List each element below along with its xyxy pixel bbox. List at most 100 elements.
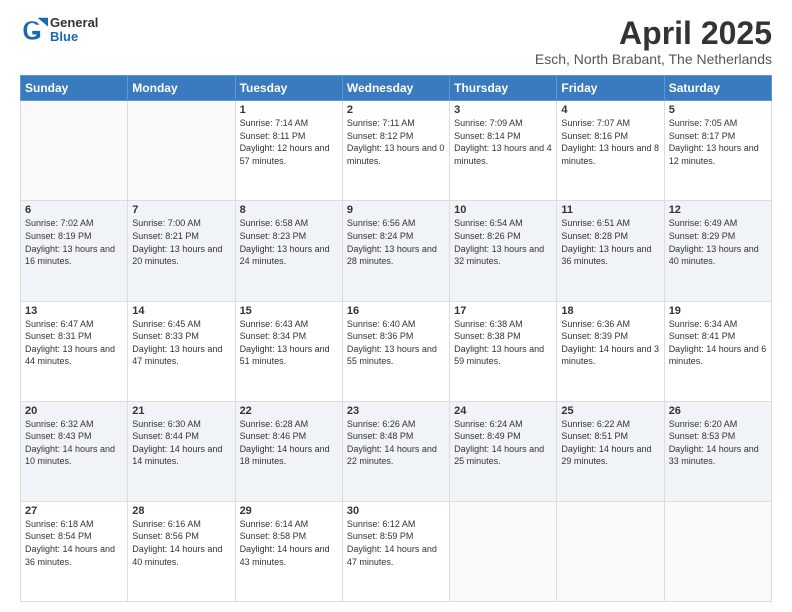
header-saturday: Saturday	[664, 76, 771, 101]
day-number: 14	[132, 305, 230, 317]
day-number: 3	[454, 104, 552, 116]
table-cell: 13Sunrise: 6:47 AM Sunset: 8:31 PM Dayli…	[21, 301, 128, 401]
table-cell: 4Sunrise: 7:07 AM Sunset: 8:16 PM Daylig…	[557, 101, 664, 201]
day-number: 20	[25, 405, 123, 417]
day-number: 9	[347, 204, 445, 216]
day-number: 13	[25, 305, 123, 317]
logo-general-text: General	[50, 16, 98, 30]
table-cell: 17Sunrise: 6:38 AM Sunset: 8:38 PM Dayli…	[450, 301, 557, 401]
week-row-4: 20Sunrise: 6:32 AM Sunset: 8:43 PM Dayli…	[21, 401, 772, 501]
day-info: Sunrise: 6:12 AM Sunset: 8:59 PM Dayligh…	[347, 518, 445, 568]
day-info: Sunrise: 6:30 AM Sunset: 8:44 PM Dayligh…	[132, 418, 230, 468]
table-cell: 20Sunrise: 6:32 AM Sunset: 8:43 PM Dayli…	[21, 401, 128, 501]
header: General Blue April 2025 Esch, North Brab…	[20, 16, 772, 67]
table-cell: 27Sunrise: 6:18 AM Sunset: 8:54 PM Dayli…	[21, 501, 128, 601]
day-number: 21	[132, 405, 230, 417]
table-cell: 21Sunrise: 6:30 AM Sunset: 8:44 PM Dayli…	[128, 401, 235, 501]
logo-icon	[20, 16, 48, 44]
day-info: Sunrise: 6:47 AM Sunset: 8:31 PM Dayligh…	[25, 318, 123, 368]
table-cell	[557, 501, 664, 601]
day-info: Sunrise: 7:00 AM Sunset: 8:21 PM Dayligh…	[132, 217, 230, 267]
table-cell: 11Sunrise: 6:51 AM Sunset: 8:28 PM Dayli…	[557, 201, 664, 301]
day-info: Sunrise: 6:26 AM Sunset: 8:48 PM Dayligh…	[347, 418, 445, 468]
table-cell: 3Sunrise: 7:09 AM Sunset: 8:14 PM Daylig…	[450, 101, 557, 201]
table-cell: 7Sunrise: 7:00 AM Sunset: 8:21 PM Daylig…	[128, 201, 235, 301]
day-number: 27	[25, 505, 123, 517]
header-sunday: Sunday	[21, 76, 128, 101]
table-cell: 18Sunrise: 6:36 AM Sunset: 8:39 PM Dayli…	[557, 301, 664, 401]
day-info: Sunrise: 7:07 AM Sunset: 8:16 PM Dayligh…	[561, 117, 659, 167]
day-number: 16	[347, 305, 445, 317]
day-number: 17	[454, 305, 552, 317]
day-info: Sunrise: 7:05 AM Sunset: 8:17 PM Dayligh…	[669, 117, 767, 167]
day-number: 10	[454, 204, 552, 216]
table-cell: 15Sunrise: 6:43 AM Sunset: 8:34 PM Dayli…	[235, 301, 342, 401]
header-thursday: Thursday	[450, 76, 557, 101]
table-cell: 23Sunrise: 6:26 AM Sunset: 8:48 PM Dayli…	[342, 401, 449, 501]
table-cell: 30Sunrise: 6:12 AM Sunset: 8:59 PM Dayli…	[342, 501, 449, 601]
day-info: Sunrise: 6:56 AM Sunset: 8:24 PM Dayligh…	[347, 217, 445, 267]
table-cell	[664, 501, 771, 601]
day-number: 28	[132, 505, 230, 517]
day-number: 19	[669, 305, 767, 317]
table-cell: 25Sunrise: 6:22 AM Sunset: 8:51 PM Dayli…	[557, 401, 664, 501]
day-info: Sunrise: 6:49 AM Sunset: 8:29 PM Dayligh…	[669, 217, 767, 267]
day-number: 25	[561, 405, 659, 417]
day-info: Sunrise: 7:11 AM Sunset: 8:12 PM Dayligh…	[347, 117, 445, 167]
day-number: 26	[669, 405, 767, 417]
table-cell: 9Sunrise: 6:56 AM Sunset: 8:24 PM Daylig…	[342, 201, 449, 301]
day-info: Sunrise: 6:45 AM Sunset: 8:33 PM Dayligh…	[132, 318, 230, 368]
day-number: 2	[347, 104, 445, 116]
logo-text: General Blue	[50, 16, 98, 45]
table-cell: 10Sunrise: 6:54 AM Sunset: 8:26 PM Dayli…	[450, 201, 557, 301]
header-wednesday: Wednesday	[342, 76, 449, 101]
header-friday: Friday	[557, 76, 664, 101]
calendar-table: Sunday Monday Tuesday Wednesday Thursday…	[20, 75, 772, 602]
day-number: 29	[240, 505, 338, 517]
day-info: Sunrise: 6:43 AM Sunset: 8:34 PM Dayligh…	[240, 318, 338, 368]
day-number: 18	[561, 305, 659, 317]
week-row-2: 6Sunrise: 7:02 AM Sunset: 8:19 PM Daylig…	[21, 201, 772, 301]
day-info: Sunrise: 6:36 AM Sunset: 8:39 PM Dayligh…	[561, 318, 659, 368]
weekday-header-row: Sunday Monday Tuesday Wednesday Thursday…	[21, 76, 772, 101]
table-cell: 19Sunrise: 6:34 AM Sunset: 8:41 PM Dayli…	[664, 301, 771, 401]
week-row-3: 13Sunrise: 6:47 AM Sunset: 8:31 PM Dayli…	[21, 301, 772, 401]
table-cell: 26Sunrise: 6:20 AM Sunset: 8:53 PM Dayli…	[664, 401, 771, 501]
day-number: 30	[347, 505, 445, 517]
table-cell: 12Sunrise: 6:49 AM Sunset: 8:29 PM Dayli…	[664, 201, 771, 301]
day-info: Sunrise: 6:58 AM Sunset: 8:23 PM Dayligh…	[240, 217, 338, 267]
day-number: 12	[669, 204, 767, 216]
table-cell: 1Sunrise: 7:14 AM Sunset: 8:11 PM Daylig…	[235, 101, 342, 201]
table-cell: 6Sunrise: 7:02 AM Sunset: 8:19 PM Daylig…	[21, 201, 128, 301]
day-info: Sunrise: 7:02 AM Sunset: 8:19 PM Dayligh…	[25, 217, 123, 267]
day-info: Sunrise: 6:38 AM Sunset: 8:38 PM Dayligh…	[454, 318, 552, 368]
calendar-page: General Blue April 2025 Esch, North Brab…	[0, 0, 792, 612]
table-cell: 24Sunrise: 6:24 AM Sunset: 8:49 PM Dayli…	[450, 401, 557, 501]
day-number: 1	[240, 104, 338, 116]
day-number: 7	[132, 204, 230, 216]
day-number: 24	[454, 405, 552, 417]
title-section: April 2025 Esch, North Brabant, The Neth…	[535, 16, 772, 67]
week-row-1: 1Sunrise: 7:14 AM Sunset: 8:11 PM Daylig…	[21, 101, 772, 201]
day-info: Sunrise: 6:24 AM Sunset: 8:49 PM Dayligh…	[454, 418, 552, 468]
day-info: Sunrise: 6:54 AM Sunset: 8:26 PM Dayligh…	[454, 217, 552, 267]
day-info: Sunrise: 6:34 AM Sunset: 8:41 PM Dayligh…	[669, 318, 767, 368]
table-cell: 22Sunrise: 6:28 AM Sunset: 8:46 PM Dayli…	[235, 401, 342, 501]
day-info: Sunrise: 6:32 AM Sunset: 8:43 PM Dayligh…	[25, 418, 123, 468]
week-row-5: 27Sunrise: 6:18 AM Sunset: 8:54 PM Dayli…	[21, 501, 772, 601]
day-info: Sunrise: 6:51 AM Sunset: 8:28 PM Dayligh…	[561, 217, 659, 267]
day-info: Sunrise: 6:20 AM Sunset: 8:53 PM Dayligh…	[669, 418, 767, 468]
main-title: April 2025	[535, 16, 772, 51]
day-info: Sunrise: 6:18 AM Sunset: 8:54 PM Dayligh…	[25, 518, 123, 568]
day-number: 11	[561, 204, 659, 216]
table-cell: 29Sunrise: 6:14 AM Sunset: 8:58 PM Dayli…	[235, 501, 342, 601]
day-info: Sunrise: 6:40 AM Sunset: 8:36 PM Dayligh…	[347, 318, 445, 368]
header-tuesday: Tuesday	[235, 76, 342, 101]
day-info: Sunrise: 6:16 AM Sunset: 8:56 PM Dayligh…	[132, 518, 230, 568]
logo-blue-text: Blue	[50, 30, 98, 44]
day-number: 23	[347, 405, 445, 417]
table-cell: 5Sunrise: 7:05 AM Sunset: 8:17 PM Daylig…	[664, 101, 771, 201]
day-number: 8	[240, 204, 338, 216]
day-number: 15	[240, 305, 338, 317]
day-info: Sunrise: 6:22 AM Sunset: 8:51 PM Dayligh…	[561, 418, 659, 468]
